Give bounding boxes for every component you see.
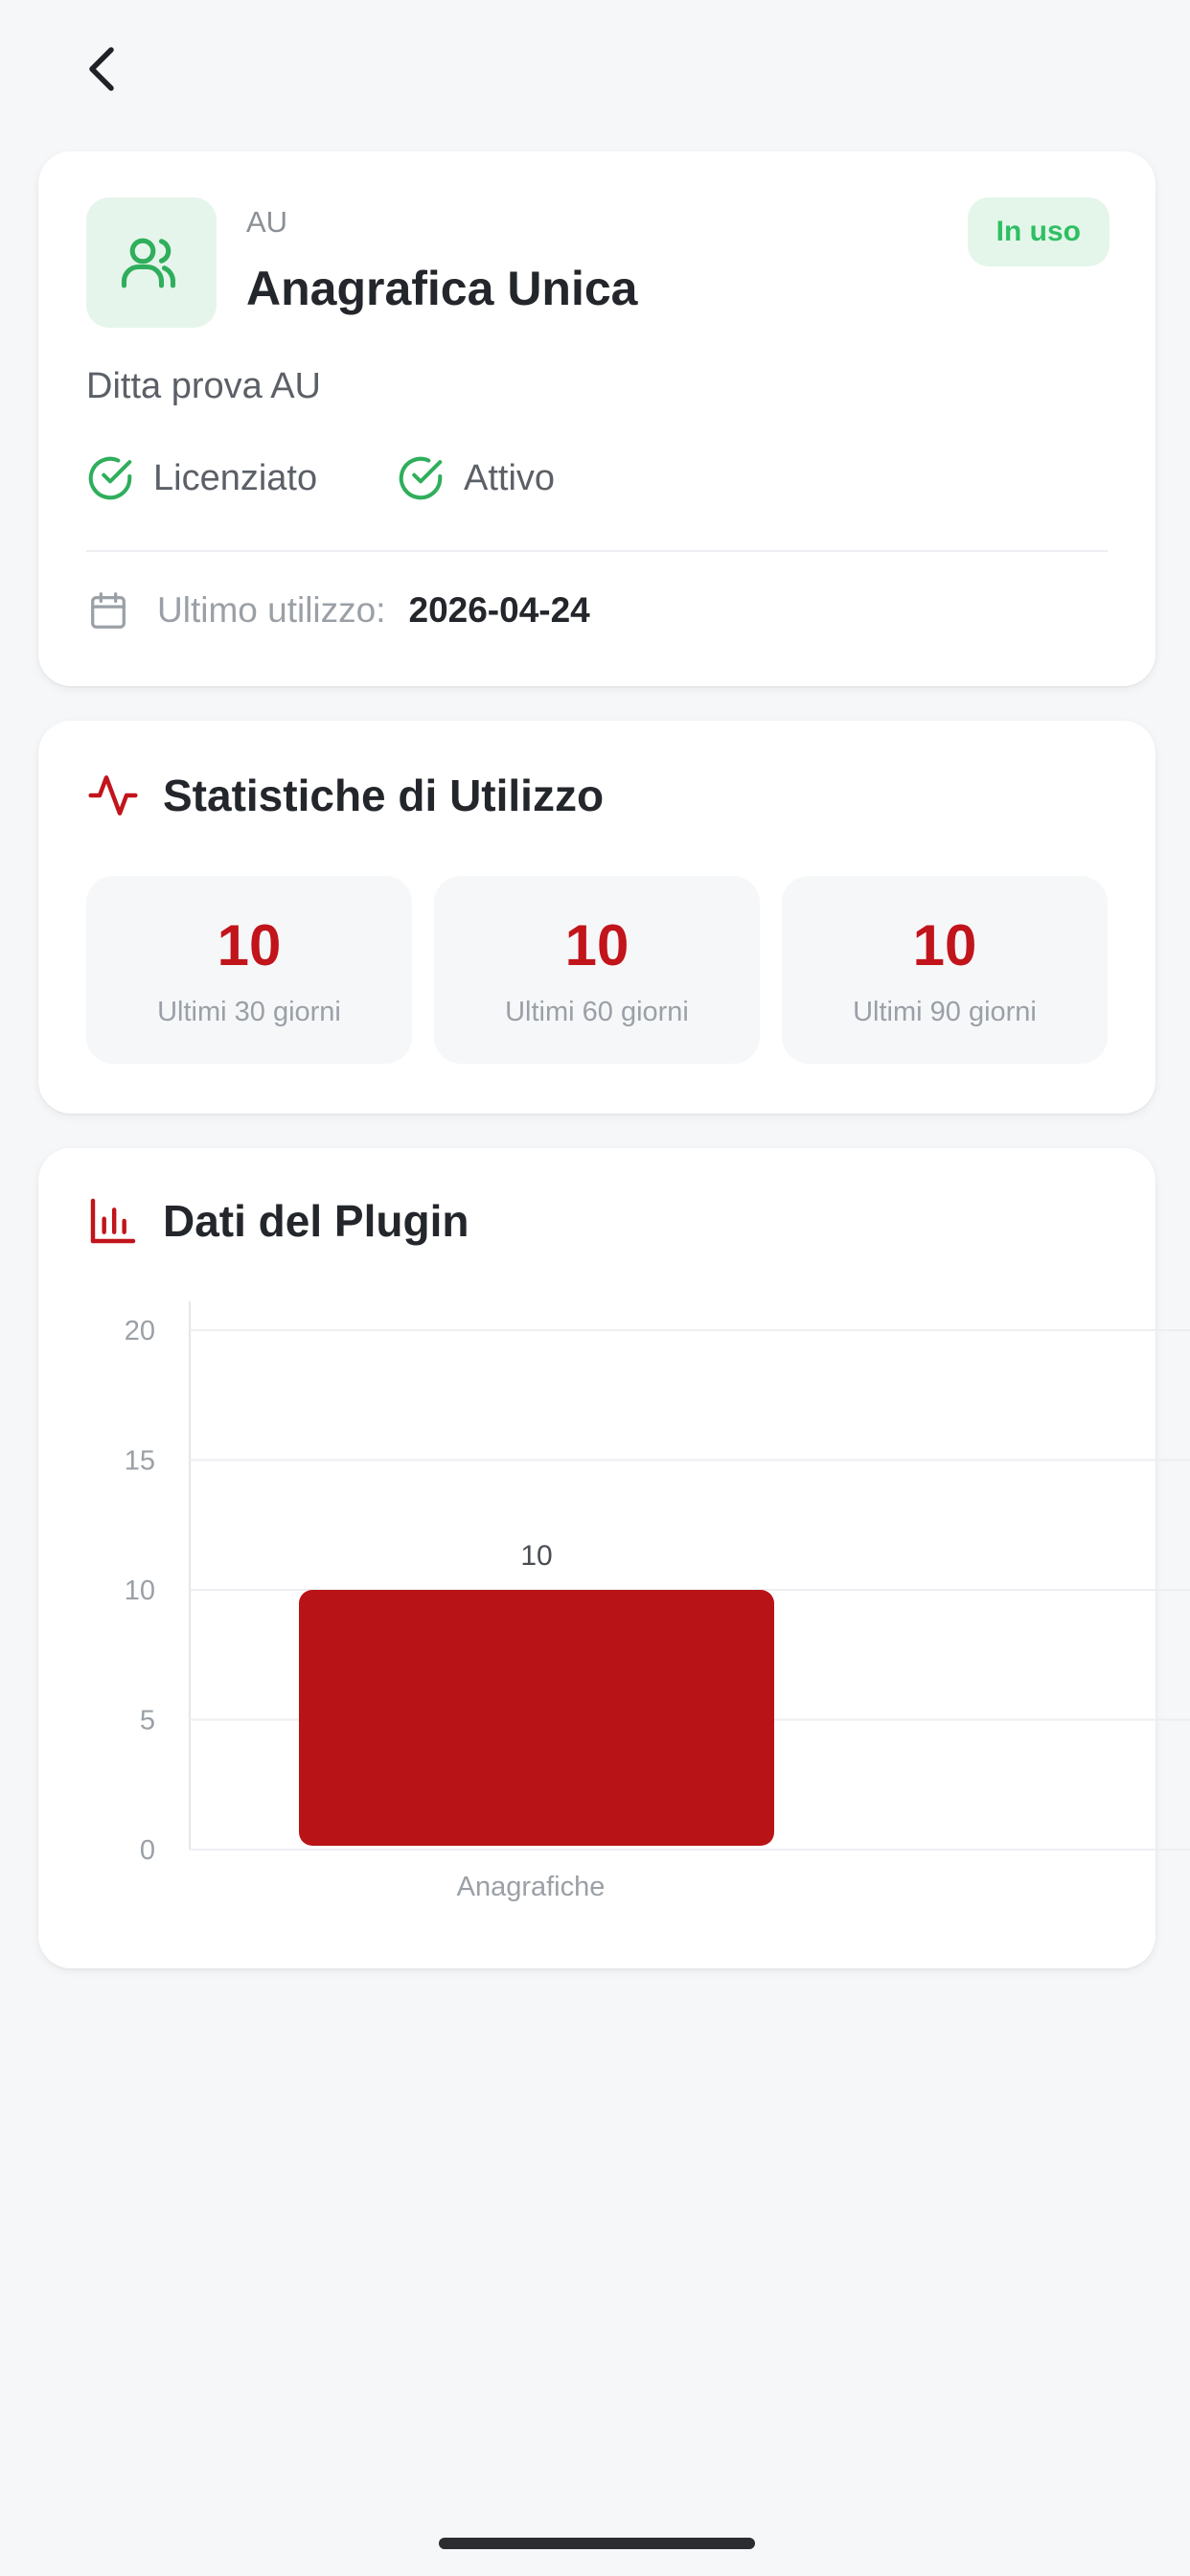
stat-value: 10	[217, 913, 282, 978]
last-use-row: Ultimo utilizzo: 2026-04-24	[86, 588, 590, 632]
usage-stats-card: Statistiche di Utilizzo 10 Ultimi 30 gio…	[38, 721, 1156, 1114]
last-use-label: Ultimo utilizzo:	[157, 590, 386, 630]
status-badge: In uso	[967, 197, 1110, 266]
chart-bar	[299, 1590, 774, 1846]
licensed-label: Licenziato	[153, 457, 318, 498]
y-tick-label: 10	[125, 1576, 155, 1606]
stat-label: Ultimi 30 giorni	[157, 997, 341, 1027]
users-icon	[121, 238, 176, 288]
activity-icon	[88, 775, 138, 816]
y-tick-label: 0	[140, 1835, 155, 1866]
chevron-left-icon	[89, 47, 114, 91]
plugin-icon-box	[86, 197, 217, 328]
back-button[interactable]	[73, 38, 130, 100]
company-name: Ditta prova AU	[86, 366, 321, 406]
stat-30-days: 10 Ultimi 30 giorni	[86, 876, 412, 1064]
check-circle-icon	[88, 456, 132, 500]
stats-title: Statistiche di Utilizzo	[163, 770, 605, 820]
active-flag: Attivo	[395, 452, 555, 504]
plugin-data-card: Dati del Plugin 0 5 10 15 20 10 Anagrafiche	[38, 1148, 1190, 1968]
home-indicator	[439, 2538, 755, 2549]
check-circle-icon	[399, 456, 443, 500]
licensed-flag: Licenziato	[84, 452, 317, 504]
stat-90-days: 10 Ultimi 90 giorni	[782, 876, 1108, 1064]
plugin-info-card: AU Anagrafica Unica In uso Ditta prova A…	[38, 151, 1156, 686]
stat-value: 10	[912, 913, 977, 978]
divider	[86, 550, 1108, 552]
x-tick-label: Anagrafiche	[457, 1872, 606, 1902]
active-label: Attivo	[464, 457, 556, 498]
stat-value: 10	[564, 913, 629, 978]
data-label: 10	[520, 1540, 552, 1572]
y-tick-label: 20	[125, 1316, 155, 1346]
stat-label: Ultimi 90 giorni	[853, 997, 1037, 1027]
stat-60-days: 10 Ultimi 60 giorni	[434, 876, 760, 1064]
stats-header: Statistiche di Utilizzo	[86, 769, 604, 822]
stat-label: Ultimi 60 giorni	[505, 997, 689, 1027]
last-use-value: 2026-04-24	[408, 590, 590, 630]
calendar-icon	[91, 592, 126, 629]
y-tick-label: 15	[125, 1446, 155, 1477]
plugin-code: AU	[246, 205, 288, 239]
y-tick-label: 5	[140, 1706, 155, 1736]
plugin-name: Anagrafica Unica	[246, 262, 638, 315]
bar-chart: 0 5 10 15 20 10 Anagrafiche	[125, 1301, 1190, 1902]
